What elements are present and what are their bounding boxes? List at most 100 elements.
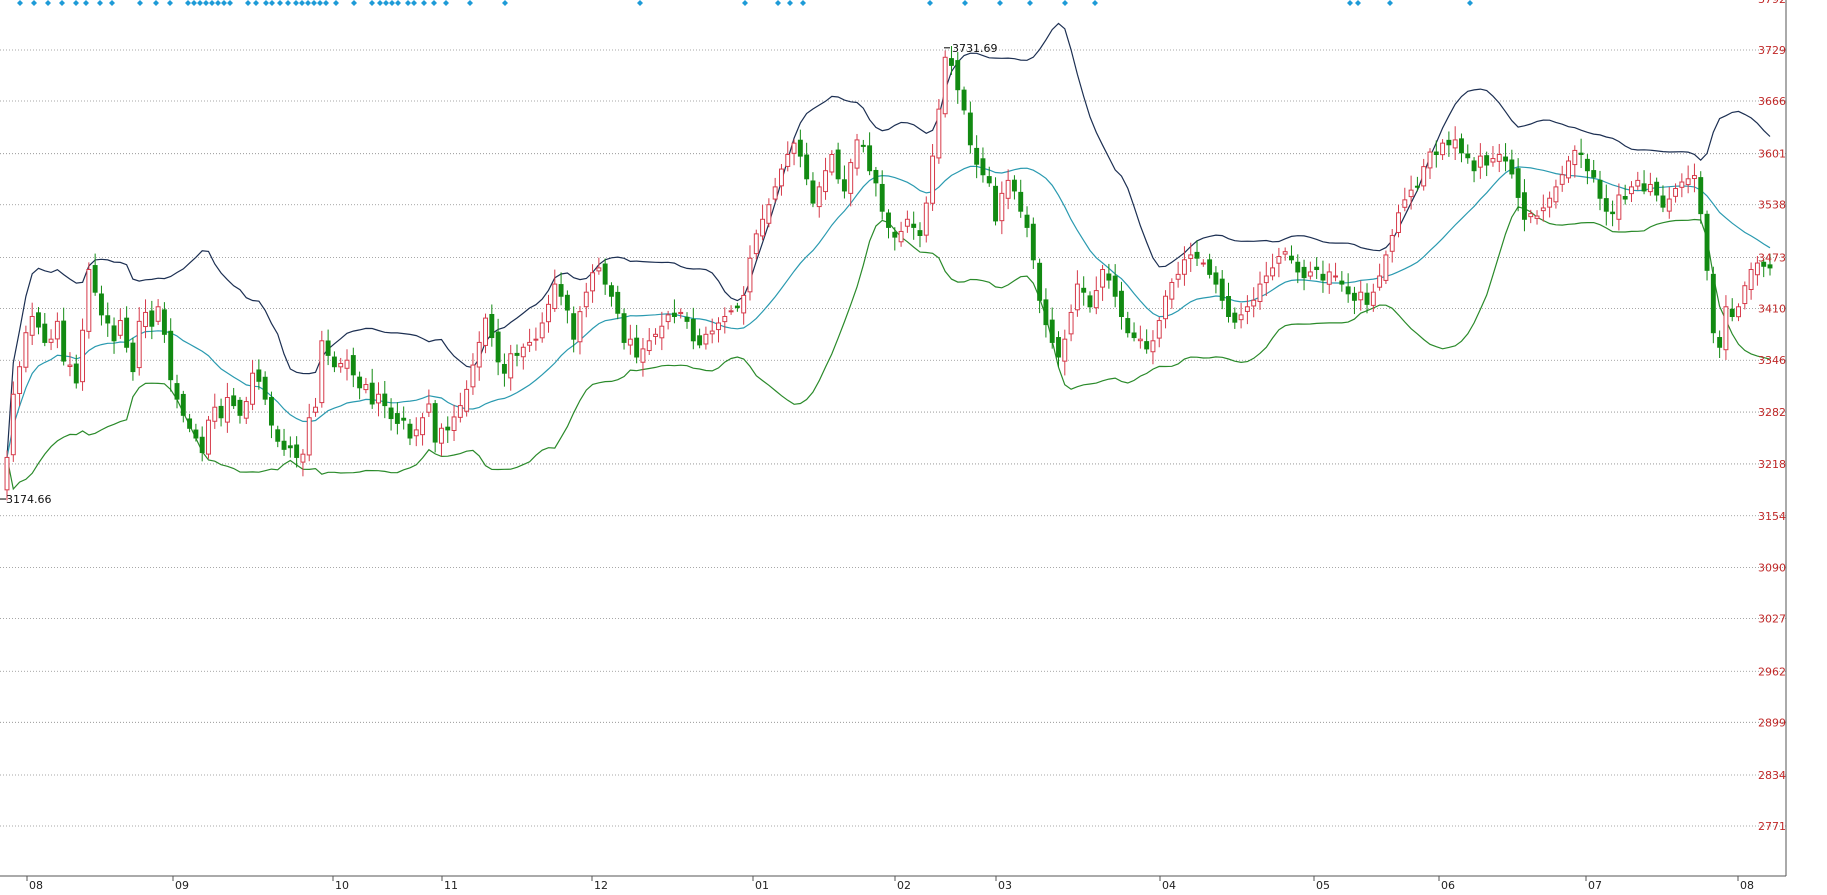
x-tick-label-8: 04: [1162, 879, 1176, 891]
x-tick-label-11: 07: [1588, 879, 1602, 891]
candle-body-139: [879, 183, 885, 212]
candle-body-68: [432, 403, 438, 443]
candle-body-42: [268, 397, 274, 426]
candle-body-267: [1685, 178, 1691, 186]
candle-body-131: [829, 153, 835, 173]
candle-body-38: [243, 401, 249, 419]
x-tick-label-6: 02: [897, 879, 911, 891]
candle-body-191: [1207, 259, 1213, 275]
candle-body-82: [520, 346, 526, 358]
x-tick-label-0: 08: [29, 879, 43, 891]
candle-body-223: [1408, 189, 1414, 198]
candle-body-29: [187, 418, 193, 429]
candle-body-182: [1150, 340, 1156, 353]
candle-body-145: [917, 230, 923, 236]
candle-body-24: [155, 306, 161, 322]
candle-body-97: [615, 291, 621, 314]
candle-body-159: [1005, 179, 1011, 199]
candle-body-230: [1452, 139, 1458, 149]
candle-body-152: [961, 89, 967, 111]
candle-body-136: [860, 144, 866, 147]
candle-body-21: [136, 320, 142, 369]
candle-body-56: [357, 376, 363, 389]
candle-body-66: [420, 417, 426, 436]
candle-body-40: [256, 369, 262, 382]
candle-body-30: [193, 429, 199, 439]
candle-body-108: [684, 316, 690, 322]
y-tick-label-2962: 2962: [1758, 665, 1786, 678]
candle-body-171: [1081, 287, 1087, 293]
x-tick-label-1: 09: [175, 879, 189, 891]
candle-body-72: [457, 405, 463, 418]
candle-body-110: [697, 335, 703, 346]
candle-body-9: [61, 320, 67, 362]
candle-body-123: [779, 168, 784, 187]
x-tick-label-7: 03: [998, 879, 1012, 891]
candle-body-224: [1414, 185, 1420, 188]
candle-body-87: [552, 283, 558, 310]
y-tick-label-3538: 3538: [1758, 199, 1786, 212]
candle-body-208: [1314, 266, 1320, 271]
candle-body-109: [690, 318, 696, 342]
candle-body-81: [514, 352, 520, 356]
candlestick-chart: 3731.69 3174.66 3792 3729 3666 3601 3538 3473 3…: [0, 0, 1827, 892]
candle-body-137: [867, 145, 873, 172]
candle-body-90: [571, 313, 577, 340]
candle-body-43: [275, 429, 281, 442]
candle-body-33: [212, 406, 218, 422]
min-value-label: 3174.66: [6, 493, 52, 506]
candle-body-202: [1276, 256, 1282, 264]
candle-body-172: [1087, 295, 1093, 308]
candle-body-28: [180, 393, 186, 416]
candle-body-196: [1238, 314, 1244, 321]
candle-body-166: [1049, 319, 1055, 343]
candle-body-184: [1163, 295, 1168, 320]
candle-body-273: [1723, 306, 1729, 351]
candle-body-163: [1030, 223, 1036, 261]
candle-body-64: [407, 423, 413, 439]
candle-body-54: [344, 359, 350, 369]
candle-body-79: [501, 363, 507, 374]
candle-body-156: [986, 176, 992, 184]
candle-body-99: [627, 338, 633, 346]
candle-body-62: [394, 413, 400, 424]
candle-body-12: [80, 329, 86, 383]
candle-body-142: [898, 230, 904, 243]
candle-body-138: [873, 169, 879, 184]
candle-body-36: [231, 395, 237, 407]
candle-body-197: [1244, 306, 1250, 312]
candle-body-259: [1635, 179, 1641, 187]
candle-body-185: [1169, 281, 1175, 300]
candle-body-7: [48, 338, 54, 343]
candle-body-122: [772, 186, 778, 200]
candle-body-132: [835, 149, 841, 180]
candle-body-59: [376, 393, 381, 404]
candle-body-86: [546, 303, 551, 323]
x-tick-label-5: 01: [755, 879, 769, 891]
y-tick-label-3666: 3666: [1758, 95, 1786, 108]
candle-body-164: [1037, 262, 1043, 301]
candle-body-96: [609, 285, 614, 297]
candle-body-76: [483, 317, 488, 346]
candle-body-189: [1194, 251, 1200, 259]
candle-body-240: [1515, 168, 1521, 198]
candle-body-57: [363, 384, 369, 391]
candle-body-176: [1112, 275, 1118, 297]
candle-body-257: [1622, 195, 1628, 200]
candle-body-251: [1584, 158, 1590, 172]
candle-body-61: [388, 407, 394, 420]
candle-body-63: [401, 417, 407, 421]
candle-body-84: [533, 338, 539, 341]
candle-body-245: [1547, 197, 1553, 208]
candle-body-49: [313, 406, 318, 413]
candle-body-0: [4, 456, 10, 491]
candle-body-249: [1572, 149, 1578, 166]
candle-body-13: [86, 269, 92, 332]
candle-body-236: [1490, 158, 1496, 163]
y-tick-label-3154: 3154: [1758, 510, 1786, 523]
candle-body-158: [999, 192, 1005, 222]
candle-body-111: [703, 333, 709, 345]
candle-body-117: [741, 294, 747, 314]
candle-body-188: [1188, 254, 1194, 259]
candle-body-73: [464, 388, 470, 412]
